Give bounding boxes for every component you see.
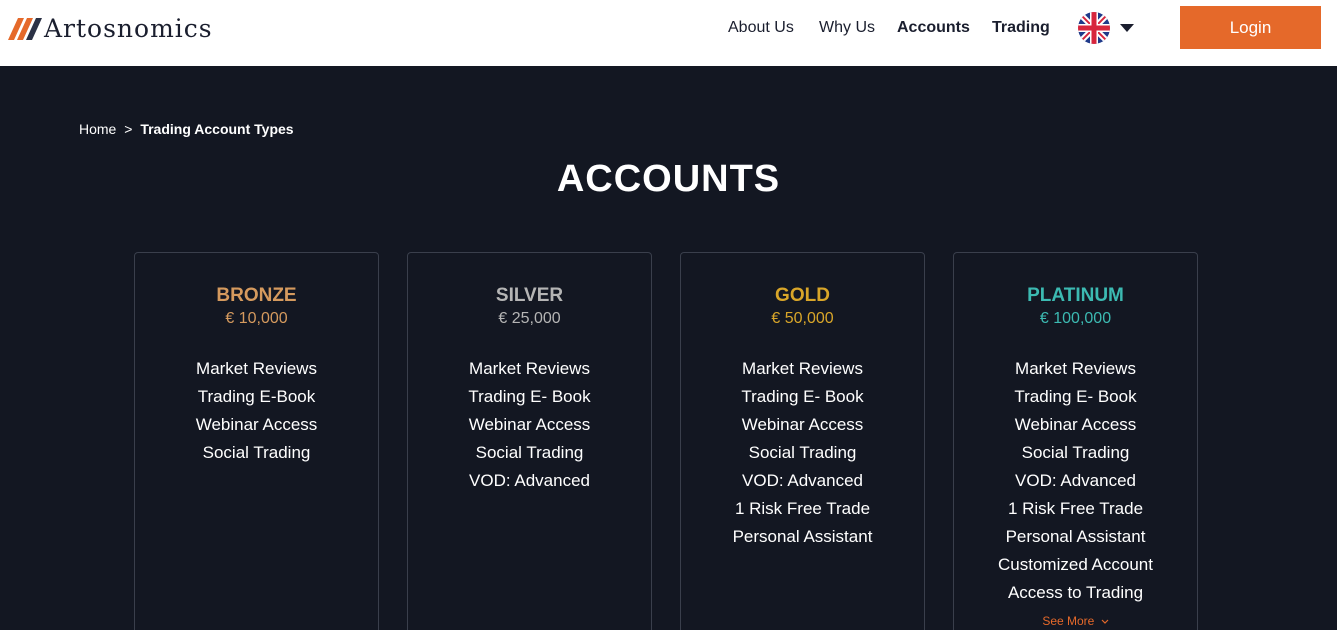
page-title: ACCOUNTS	[556, 158, 781, 200]
feature-item: VOD: Advanced	[742, 471, 863, 490]
feature-list: Market Reviews Trading E- Book Webinar A…	[408, 355, 651, 495]
feature-item: Market Reviews	[1015, 359, 1136, 378]
language-selector[interactable]	[1078, 12, 1138, 44]
see-more-link[interactable]: See More	[954, 613, 1197, 629]
nav-about-us[interactable]: About Us	[728, 17, 794, 39]
card-name: BRONZE	[216, 285, 297, 306]
feature-item: Customized Account	[998, 555, 1153, 574]
feature-item: Personal Assistant	[732, 527, 873, 546]
feature-item: Trading E- Book	[741, 387, 864, 406]
feature-item: Social Trading	[475, 443, 584, 462]
card-price: € 25,000	[498, 310, 561, 327]
site-header: Artosnomics About Us Why Us Accounts Tra…	[0, 0, 1337, 66]
card-price: € 10,000	[225, 310, 288, 327]
feature-item: Webinar Access	[195, 415, 318, 434]
account-card-bronze[interactable]: BRONZE € 10,000 Market Reviews Trading E…	[134, 252, 379, 630]
uk-flag-icon	[1078, 12, 1110, 44]
card-name: GOLD	[775, 285, 830, 306]
feature-item: Webinar Access	[468, 415, 591, 434]
feature-item: Social Trading	[1021, 443, 1130, 462]
chevron-down-icon	[1101, 619, 1109, 624]
card-price: € 50,000	[771, 310, 834, 327]
chevron-down-icon	[1120, 24, 1134, 32]
feature-item: Access to Trading	[1007, 583, 1144, 602]
login-button[interactable]: Login	[1180, 6, 1321, 49]
feature-item: Personal Assistant	[1005, 527, 1146, 546]
account-card-platinum[interactable]: PLATINUM € 100,000 Market Reviews Tradin…	[953, 252, 1198, 630]
feature-item: VOD: Advanced	[469, 471, 590, 490]
breadcrumb-separator: >	[124, 121, 133, 137]
feature-item: Social Trading	[748, 443, 857, 462]
feature-item: Market Reviews	[196, 359, 317, 378]
feature-item: Market Reviews	[469, 359, 590, 378]
card-name: SILVER	[495, 285, 564, 306]
feature-list: Market Reviews Trading E- Book Webinar A…	[681, 355, 924, 551]
feature-item: Webinar Access	[1014, 415, 1137, 434]
main-nav: About Us Why Us Accounts Trading	[0, 17, 1080, 39]
see-more-label: See More	[1042, 614, 1095, 628]
nav-why-us[interactable]: Why Us	[819, 17, 875, 39]
feature-item: Trading E- Book	[1014, 387, 1137, 406]
feature-item: 1 Risk Free Trade	[1007, 499, 1144, 518]
feature-item: VOD: Advanced	[1015, 471, 1136, 490]
feature-list: Market Reviews Trading E-Book Webinar Ac…	[135, 355, 378, 467]
feature-item: Trading E- Book	[468, 387, 591, 406]
feature-item: Trading E-Book	[197, 387, 316, 406]
feature-item: 1 Risk Free Trade	[734, 499, 871, 518]
breadcrumb-current: Trading Account Types	[140, 121, 294, 137]
account-card-silver[interactable]: SILVER € 25,000 Market Reviews Trading E…	[407, 252, 652, 630]
card-name: PLATINUM	[1027, 285, 1124, 306]
breadcrumb: Home > Trading Account Types	[79, 120, 294, 138]
card-price: € 100,000	[1039, 310, 1112, 327]
feature-item: Market Reviews	[742, 359, 863, 378]
nav-accounts[interactable]: Accounts	[897, 17, 970, 39]
feature-list: Market Reviews Trading E- Book Webinar A…	[954, 355, 1197, 607]
nav-trading[interactable]: Trading	[992, 17, 1050, 39]
feature-item: Webinar Access	[741, 415, 864, 434]
account-card-gold[interactable]: GOLD € 50,000 Market Reviews Trading E- …	[680, 252, 925, 630]
breadcrumb-home[interactable]: Home	[79, 121, 116, 137]
feature-item: Social Trading	[202, 443, 311, 462]
